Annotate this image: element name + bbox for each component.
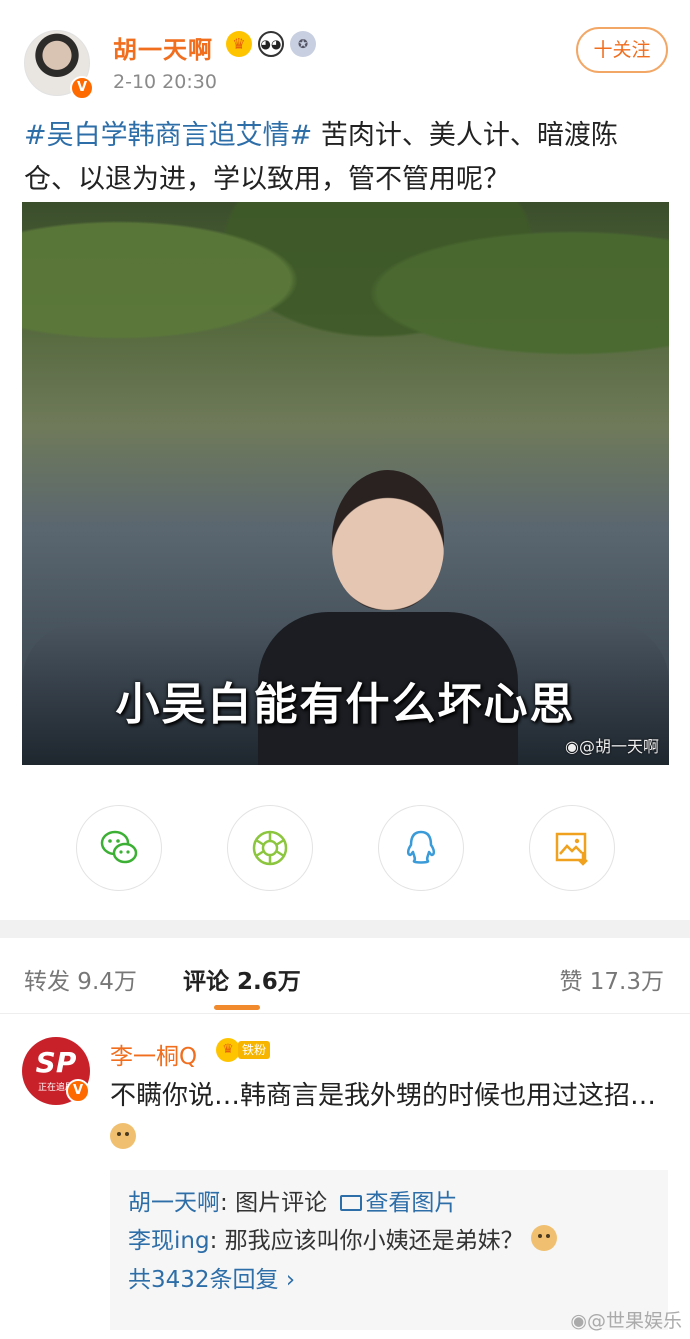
comment-item: SP 正在追剧 V 李一桐Q ♛ 铁粉 不瞒你说…韩商言是我外甥的时候也用过这招… bbox=[0, 1015, 690, 1339]
reply-user[interactable]: 胡一天啊 bbox=[128, 1190, 220, 1216]
hashtag-link[interactable]: #吴白学韩商言追艾情# bbox=[24, 120, 312, 151]
interaction-tabs: 转发 9.4万 评论 2.6万 赞 17.3万 bbox=[0, 938, 690, 1014]
author-badges: ♛ ◕◕ ✪ bbox=[226, 31, 316, 57]
reply-item: 胡一天啊: 图片评论 查看图片 bbox=[128, 1190, 458, 1216]
reply-item: 李现ing: 那我应该叫你小姨还是弟妹？ bbox=[128, 1222, 650, 1260]
image-icon bbox=[340, 1195, 363, 1211]
person-head bbox=[332, 470, 444, 610]
active-tab-indicator bbox=[214, 1005, 260, 1010]
author-name[interactable]: 胡一天啊 bbox=[113, 30, 213, 65]
fan-tag: 铁粉 bbox=[238, 1041, 271, 1059]
crown-icon: ♛ bbox=[226, 31, 252, 57]
share-moments-button[interactable] bbox=[227, 805, 313, 891]
avatar-logo-text: SP bbox=[35, 1046, 77, 1079]
doge-emoji-icon bbox=[530, 1225, 557, 1251]
panda-icon: ◕◕ bbox=[258, 31, 284, 57]
view-image-link[interactable]: 查看图片 bbox=[334, 1190, 457, 1216]
qq-icon bbox=[406, 830, 436, 864]
post-image[interactable]: 小吴白能有什么坏心思 ◉@胡一天啊 bbox=[22, 202, 669, 765]
background-trees bbox=[22, 202, 669, 462]
crown-icon: ♛ bbox=[216, 1038, 240, 1062]
share-qq-button[interactable] bbox=[378, 805, 464, 891]
post-timestamp: 2-10 20:30 bbox=[113, 71, 217, 93]
section-separator bbox=[0, 920, 690, 938]
share-row bbox=[0, 805, 690, 895]
tab-comment[interactable]: 评论 2.6万 bbox=[183, 962, 301, 996]
image-watermark: ◉@胡一天啊 bbox=[565, 737, 659, 756]
reply-user[interactable]: 李现ing bbox=[128, 1228, 210, 1254]
moments-icon bbox=[252, 830, 288, 866]
fan-badge: ♛ 铁粉 bbox=[216, 1038, 271, 1062]
post-header: V 胡一天啊 ♛ ◕◕ ✪ 2-10 20:30 十关注 bbox=[0, 0, 690, 110]
weibo-logo-icon: ◉ bbox=[570, 1310, 587, 1332]
image-caption: 小吴白能有什么坏心思 bbox=[115, 679, 576, 730]
reply-text: 那我应该叫你小姨还是弟妹？ bbox=[224, 1228, 524, 1254]
more-replies-link[interactable]: 共3432条回复 › bbox=[128, 1260, 650, 1300]
reply-text: 图片评论 bbox=[235, 1190, 335, 1216]
verified-icon: V bbox=[66, 1079, 90, 1103]
weibo-logo-icon: ◉ bbox=[565, 737, 579, 756]
share-wechat-button[interactable] bbox=[76, 805, 162, 891]
medal-icon: ✪ bbox=[290, 31, 316, 57]
tab-like[interactable]: 赞 17.3万 bbox=[559, 962, 664, 996]
doge-emoji-icon bbox=[110, 1123, 136, 1149]
follow-button[interactable]: 十关注 bbox=[576, 27, 668, 73]
commenter-name[interactable]: 李一桐Q bbox=[110, 1037, 197, 1071]
save-image-button[interactable] bbox=[529, 805, 615, 891]
tab-repost[interactable]: 转发 9.4万 bbox=[24, 962, 137, 996]
save-image-icon bbox=[555, 832, 588, 866]
wechat-icon bbox=[100, 830, 138, 864]
page-watermark: ◉@世果娱乐 bbox=[570, 1310, 682, 1332]
post-text: #吴白学韩商言追艾情# 苦肉计、美人计、暗渡陈仓、以退为进，学以致用，管不管用呢… bbox=[24, 114, 664, 202]
verified-icon: V bbox=[70, 76, 94, 100]
comment-text: 不瞒你说…韩商言是我外甥的时候也用过这招… bbox=[110, 1075, 670, 1159]
